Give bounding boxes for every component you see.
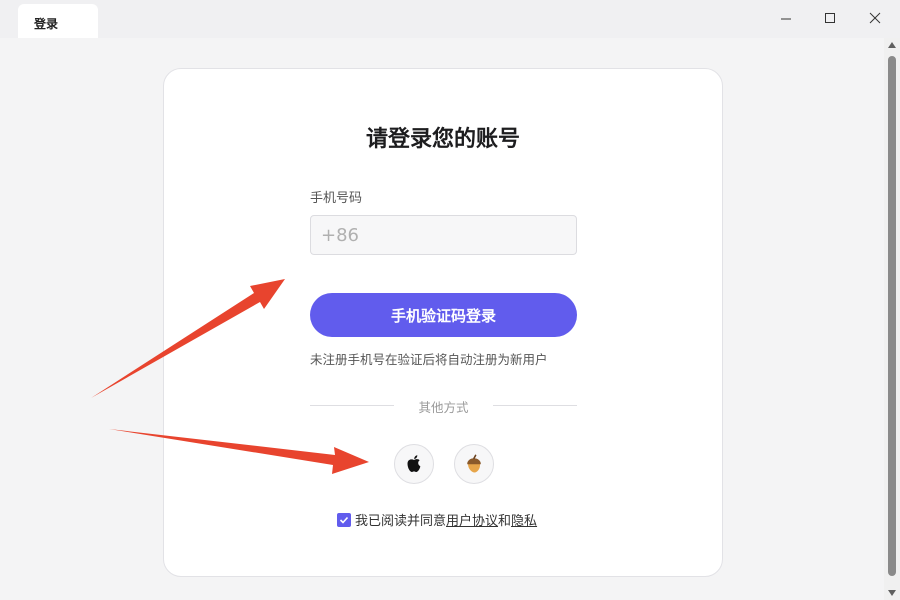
- phone-input[interactable]: [310, 215, 577, 255]
- page-title: 请登录您的账号: [365, 127, 520, 152]
- apple-icon: [407, 455, 421, 472]
- phone-label: 手机号码: [310, 191, 363, 206]
- agreement: 我已阅读并同意 用户协议 和 隐私: [337, 510, 537, 529]
- agreement-and: 和: [498, 514, 512, 529]
- agreement-prefix: 我已阅读并同意: [355, 514, 447, 529]
- vertical-scrollbar[interactable]: [884, 38, 900, 600]
- title-bar: 登录: [0, 0, 900, 38]
- other-methods-label: 其他方式: [418, 400, 469, 415]
- scroll-thumb[interactable]: [888, 56, 896, 576]
- checkmark-icon: [339, 516, 349, 524]
- acorn-login-button[interactable]: [454, 444, 494, 484]
- acorn-icon: [467, 454, 481, 473]
- scroll-down-arrow-icon[interactable]: [888, 590, 896, 596]
- privacy-link[interactable]: 隐私: [511, 510, 537, 529]
- agreement-checkbox[interactable]: [337, 512, 351, 527]
- divider-right: [493, 405, 577, 406]
- tab-title: 登录: [34, 17, 59, 31]
- divider-left: [310, 405, 394, 406]
- sms-login-button[interactable]: 手机验证码登录: [310, 293, 577, 337]
- close-button[interactable]: [864, 8, 886, 30]
- tab-login[interactable]: 登录: [18, 4, 98, 38]
- apple-login-button[interactable]: [394, 444, 434, 484]
- minimize-icon: [781, 18, 791, 20]
- login-card: 请登录您的账号 手机号码 手机验证码登录 未注册手机号在验证后将自动注册为新用户…: [163, 68, 723, 577]
- maximize-icon: [825, 13, 835, 23]
- close-icon: [869, 12, 881, 24]
- scroll-up-arrow-icon[interactable]: [888, 42, 896, 48]
- user-agreement-link[interactable]: 用户协议: [446, 510, 498, 529]
- minimize-button[interactable]: [775, 8, 797, 30]
- register-hint: 未注册手机号在验证后将自动注册为新用户: [310, 352, 548, 367]
- maximize-button[interactable]: [819, 8, 841, 30]
